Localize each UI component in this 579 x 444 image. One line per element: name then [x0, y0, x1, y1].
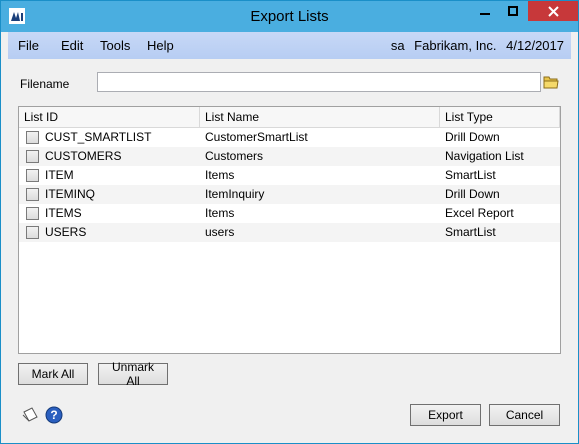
- table-row[interactable]: ITEM Items SmartList: [19, 166, 560, 185]
- list-id-cell: CUSTOMERS: [45, 149, 122, 163]
- table-row[interactable]: ITEMS Items Excel Report: [19, 204, 560, 223]
- minimize-icon: [479, 13, 490, 15]
- list-type-cell: SmartList: [445, 225, 496, 239]
- unmark-all-button[interactable]: Unmark All: [98, 360, 168, 388]
- list-type-cell: Navigation List: [445, 149, 524, 163]
- user-name: sa: [390, 38, 405, 53]
- list-id-cell: ITEMS: [45, 206, 82, 220]
- menu-help[interactable]: Help: [147, 38, 174, 53]
- menu-tools[interactable]: Tools: [100, 38, 130, 53]
- browse-folder-button[interactable]: [542, 72, 560, 91]
- list-type-cell: Drill Down: [445, 187, 500, 201]
- mark-all-button[interactable]: Mark All: [18, 363, 88, 385]
- lists-grid: List ID List Name List Type CUST_SMARTLI…: [18, 106, 561, 354]
- table-row[interactable]: CUSTOMERS Customers Navigation List: [19, 147, 560, 166]
- list-name-cell: ItemInquiry: [205, 187, 265, 201]
- close-button[interactable]: [528, 1, 578, 21]
- svg-text:?: ?: [50, 408, 57, 422]
- table-row[interactable]: CUST_SMARTLIST CustomerSmartList Drill D…: [19, 128, 560, 147]
- list-id-cell: USERS: [45, 225, 87, 239]
- list-type-cell: Drill Down: [445, 130, 500, 144]
- export-lists-window: Export Lists File Edit Tools Help sa Fab…: [0, 0, 579, 444]
- menu-edit[interactable]: Edit: [61, 38, 83, 53]
- column-header-list-type[interactable]: List Type: [440, 107, 560, 127]
- folder-icon: [543, 76, 559, 88]
- row-checkbox[interactable]: [26, 226, 39, 239]
- column-header-list-name[interactable]: List Name: [200, 107, 440, 127]
- maximize-icon: [508, 6, 518, 16]
- session-info: sa Fabrikam, Inc. 4/12/2017: [385, 38, 564, 53]
- maximize-button[interactable]: [498, 1, 528, 21]
- list-name-cell: Items: [205, 206, 235, 220]
- list-id-cell: CUST_SMARTLIST: [45, 130, 152, 144]
- row-checkbox[interactable]: [26, 150, 39, 163]
- column-header-list-id[interactable]: List ID: [19, 107, 200, 127]
- grid-header: List ID List Name List Type: [19, 107, 560, 128]
- list-name-cell: Items: [205, 168, 235, 182]
- list-type-cell: Excel Report: [445, 206, 514, 220]
- export-button[interactable]: Export: [410, 404, 481, 426]
- table-row[interactable]: ITEMINQ ItemInquiry Drill Down: [19, 185, 560, 204]
- list-name-cell: users: [205, 225, 235, 239]
- list-name-cell: Customers: [205, 149, 264, 163]
- menu-file[interactable]: File: [18, 38, 39, 53]
- cancel-button[interactable]: Cancel: [489, 404, 560, 426]
- company-name: Fabrikam, Inc.: [414, 38, 497, 53]
- user-date: 4/12/2017: [506, 38, 564, 53]
- menu-bar: File Edit Tools Help sa Fabrikam, Inc. 4…: [8, 32, 571, 59]
- note-icon[interactable]: [21, 406, 39, 424]
- filename-label: Filename: [20, 77, 70, 91]
- row-checkbox[interactable]: [26, 207, 39, 220]
- title-bar[interactable]: Export Lists: [1, 1, 578, 32]
- row-checkbox[interactable]: [26, 169, 39, 182]
- list-type-cell: SmartList: [445, 168, 496, 182]
- filename-input[interactable]: [97, 72, 541, 92]
- help-icon[interactable]: ?: [45, 406, 63, 424]
- row-checkbox[interactable]: [26, 131, 39, 144]
- list-name-cell: CustomerSmartList: [205, 130, 308, 144]
- list-id-cell: ITEMINQ: [45, 187, 95, 201]
- row-checkbox[interactable]: [26, 188, 39, 201]
- list-id-cell: ITEM: [45, 168, 74, 182]
- close-icon: [547, 5, 559, 17]
- table-row[interactable]: USERS users SmartList: [19, 223, 560, 242]
- minimize-button[interactable]: [471, 1, 498, 21]
